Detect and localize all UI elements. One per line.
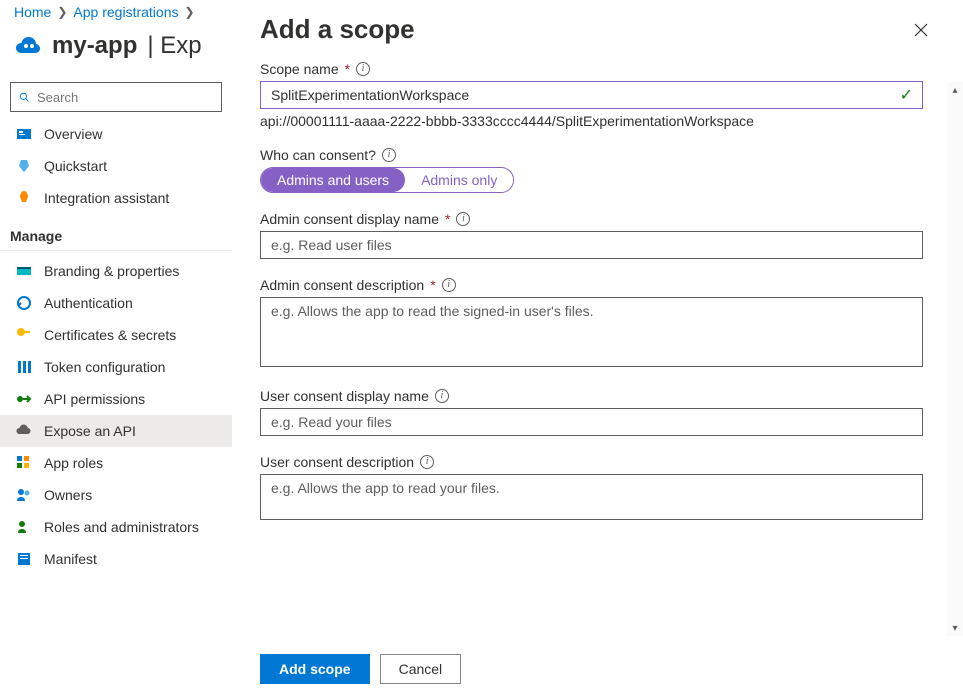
user-desc-group: User consent description i: [260, 454, 923, 523]
roles-admins-icon: [16, 519, 32, 535]
page-title-app: my-app: [52, 32, 137, 60]
consent-option-admins[interactable]: Admins only: [405, 168, 513, 192]
expose-api-icon: [16, 423, 32, 439]
admin-desc-label: Admin consent description: [260, 277, 424, 293]
consent-label: Who can consent?: [260, 147, 376, 163]
quickstart-icon: [16, 158, 32, 174]
app-roles-icon: [16, 455, 32, 471]
admin-display-label: Admin consent display name: [260, 211, 439, 227]
sidebar-item-quickstart[interactable]: Quickstart: [0, 150, 232, 182]
sidebar-item-branding[interactable]: Branding & properties: [0, 255, 232, 287]
sidebar-item-label: Overview: [44, 126, 102, 142]
auth-icon: [16, 295, 32, 311]
add-scope-panel: Add a scope Scope name * i ✓ api://00001…: [232, 0, 963, 694]
admin-desc-input[interactable]: [260, 297, 923, 367]
sidebar-item-token[interactable]: Token configuration: [0, 351, 232, 383]
add-scope-button[interactable]: Add scope: [260, 654, 370, 684]
close-icon: [913, 22, 929, 38]
panel-footer: Add scope Cancel: [232, 644, 963, 694]
user-desc-label: User consent description: [260, 454, 414, 470]
sidebar-item-label: Roles and administrators: [44, 519, 199, 535]
permissions-icon: [16, 391, 32, 407]
sidebar-section-manage: Manage: [0, 214, 232, 251]
info-icon[interactable]: i: [442, 278, 456, 292]
page-title-row: my-app | Exp: [0, 24, 232, 74]
admin-desc-group: Admin consent description * i: [260, 277, 923, 370]
required-asterisk: *: [345, 61, 350, 77]
sidebar-item-integration[interactable]: Integration assistant: [0, 182, 232, 214]
sidebar-item-authentication[interactable]: Authentication: [0, 287, 232, 319]
sidebar-item-label: Manifest: [44, 551, 97, 567]
scrollbar[interactable]: ▴ ▾: [947, 82, 963, 636]
search-icon: [19, 90, 29, 104]
panel-title: Add a scope: [260, 14, 415, 45]
required-asterisk: *: [430, 277, 435, 293]
sidebar-item-label: Owners: [44, 487, 92, 503]
owners-icon: [16, 487, 32, 503]
scroll-up-icon[interactable]: ▴: [947, 82, 963, 98]
sidebar: Overview Quickstart Integration assistan…: [0, 74, 232, 575]
sidebar-item-expose-api[interactable]: Expose an API: [0, 415, 232, 447]
chevron-right-icon: ❯: [57, 5, 67, 19]
user-desc-input[interactable]: [260, 474, 923, 520]
user-display-label: User consent display name: [260, 388, 429, 404]
info-icon[interactable]: i: [356, 62, 370, 76]
required-asterisk: *: [445, 211, 450, 227]
check-icon: ✓: [900, 85, 913, 105]
admin-display-group: Admin consent display name * i: [260, 211, 923, 259]
breadcrumb-home[interactable]: Home: [14, 4, 51, 20]
breadcrumb: Home ❯ App registrations ❯: [0, 0, 232, 24]
info-icon[interactable]: i: [420, 455, 434, 469]
scope-uri-preview: api://00001111-aaaa-2222-bbbb-3333cccc44…: [260, 113, 923, 129]
user-display-group: User consent display name i: [260, 388, 923, 436]
chevron-right-icon: ❯: [184, 5, 194, 19]
rocket-icon: [16, 190, 32, 206]
sidebar-item-label: Expose an API: [44, 423, 136, 439]
branding-icon: [16, 263, 32, 279]
sidebar-item-label: API permissions: [44, 391, 145, 407]
sidebar-item-api-permissions[interactable]: API permissions: [0, 383, 232, 415]
consent-option-both[interactable]: Admins and users: [261, 168, 405, 192]
scope-name-label: Scope name: [260, 61, 339, 77]
info-icon[interactable]: i: [382, 148, 396, 162]
user-display-input[interactable]: [260, 408, 923, 436]
sidebar-item-overview[interactable]: Overview: [0, 118, 232, 150]
sidebar-item-certificates[interactable]: Certificates & secrets: [0, 319, 232, 351]
scope-name-input[interactable]: [260, 81, 923, 109]
info-icon[interactable]: i: [456, 212, 470, 226]
scope-name-group: Scope name * i ✓ api://00001111-aaaa-222…: [260, 61, 923, 129]
sidebar-item-label: Token configuration: [44, 359, 165, 375]
sidebar-item-manifest[interactable]: Manifest: [0, 543, 232, 575]
manifest-icon: [16, 551, 32, 567]
cancel-button[interactable]: Cancel: [380, 654, 462, 684]
app-cloud-icon: [14, 35, 42, 57]
consent-toggle: Admins and users Admins only: [260, 167, 514, 193]
consent-group: Who can consent? i Admins and users Admi…: [260, 147, 923, 193]
sidebar-item-roles-admins[interactable]: Roles and administrators: [0, 511, 232, 543]
close-button[interactable]: [907, 16, 935, 44]
overview-icon: [16, 126, 32, 142]
token-icon: [16, 359, 32, 375]
sidebar-item-owners[interactable]: Owners: [0, 479, 232, 511]
sidebar-item-label: Integration assistant: [44, 190, 169, 206]
key-icon: [16, 327, 32, 343]
sidebar-item-label: App roles: [44, 455, 103, 471]
sidebar-item-label: Authentication: [44, 295, 133, 311]
sidebar-search[interactable]: [10, 82, 222, 112]
info-icon[interactable]: i: [435, 389, 449, 403]
page-title-section: | Exp: [147, 32, 201, 60]
sidebar-item-app-roles[interactable]: App roles: [0, 447, 232, 479]
sidebar-item-label: Branding & properties: [44, 263, 179, 279]
admin-display-input[interactable]: [260, 231, 923, 259]
scroll-down-icon[interactable]: ▾: [947, 620, 963, 636]
search-input[interactable]: [37, 90, 213, 105]
breadcrumb-appreg[interactable]: App registrations: [73, 4, 178, 20]
sidebar-item-label: Quickstart: [44, 158, 107, 174]
sidebar-item-label: Certificates & secrets: [44, 327, 176, 343]
